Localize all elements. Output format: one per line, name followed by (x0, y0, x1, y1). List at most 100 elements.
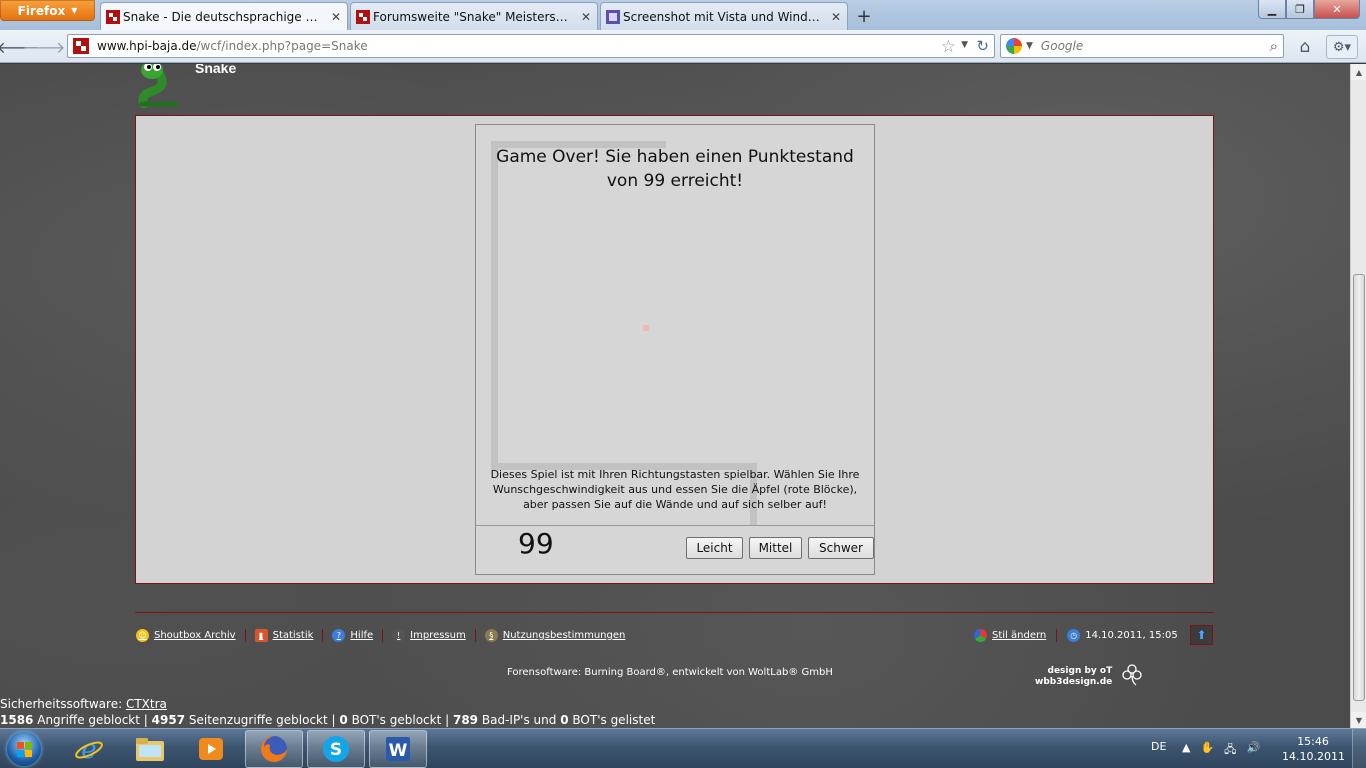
tab-label: Snake - Die deutschsprachige HPI Baj... (123, 9, 323, 24)
tab-screenshot[interactable]: Screenshot mit Vista und Windows 7 ... ✕ (600, 2, 848, 30)
design-credit[interactable]: design by oT wbb3design.de (1035, 666, 1112, 688)
snake-segment (491, 316, 498, 323)
scroll-up-arrow-icon[interactable]: ▲ (1351, 64, 1366, 80)
hard-button[interactable]: Schwer (808, 537, 874, 559)
tray-app-icon[interactable]: ✋ (1200, 741, 1214, 760)
footer-link-label: Shoutbox Archiv (154, 629, 236, 641)
firefox-menu-button[interactable]: Firefox ▼ (0, 0, 95, 21)
internet-explorer-icon: e (75, 735, 103, 764)
taskbar-explorer[interactable] (121, 730, 179, 768)
home-button[interactable]: ⌂ (1292, 35, 1318, 59)
tab-meisterschaft[interactable]: Forumsweite "Snake" Meisterschaft!! ... … (350, 2, 598, 30)
taskbar-internet-explorer[interactable]: e (60, 730, 118, 768)
snake-segment (491, 323, 498, 330)
medium-button[interactable]: Mittel (749, 537, 802, 559)
design-credit-line1: design by oT (1047, 666, 1113, 676)
scroll-to-top-button[interactable]: ⬆ (1190, 625, 1213, 645)
page-hits-label: Seitenzugriffe geblockt | (188, 713, 336, 727)
history-dropdown-icon[interactable]: ▼ (961, 40, 968, 50)
network-icon[interactable]: 🖧 (1224, 741, 1236, 760)
page-scrollbar[interactable]: ▲ ▼ (1350, 64, 1366, 728)
snake-segment (491, 211, 498, 218)
bots-label: BOT's geblockt | (351, 713, 450, 727)
footer-link-imprint[interactable]: ! Impressum (392, 628, 476, 642)
volume-icon[interactable]: 🔊 (1246, 741, 1260, 760)
show-hidden-icons-icon[interactable]: ▲ (1182, 741, 1190, 760)
taskbar-media-player[interactable] (182, 730, 240, 768)
close-icon[interactable]: ✕ (581, 10, 591, 24)
show-desktop-button[interactable] (1352, 729, 1366, 768)
web-page: Snake Game Over! Sie haben einen Punktes… (0, 64, 1350, 728)
addon-button[interactable]: ⚙▾ (1326, 35, 1358, 59)
bad-ips-count: 789 (452, 713, 479, 727)
forward-button[interactable]: 🡒 (23, 35, 66, 59)
snake-game[interactable]: Game Over! Sie haben einen Punktestand v… (475, 124, 875, 575)
arrow-up-icon: ⬆ (1196, 628, 1207, 642)
search-input[interactable]: Google (1041, 39, 1083, 53)
footer-nav: ☺ Shoutbox Archiv ▮ Statistik ? Hilfe ! Impr… (136, 627, 643, 643)
easy-button[interactable]: Leicht (686, 537, 743, 559)
close-icon[interactable]: ✕ (831, 10, 841, 24)
snake-segment (491, 330, 498, 337)
taskbar-clock[interactable]: 15:46 14.10.2011 (1282, 734, 1345, 764)
footer-link-help[interactable]: ? Hilfe (332, 628, 384, 642)
reload-icon[interactable]: ↻ (976, 37, 989, 55)
url-path: /wcf/index.php?page=Snake (196, 39, 368, 53)
window-controls: ▁ ❐ ✕ (1258, 0, 1360, 19)
close-icon[interactable]: ✕ (331, 10, 341, 24)
footer-link-label: Hilfe (350, 629, 374, 641)
taskbar-word[interactable]: W (369, 730, 427, 768)
clover-icon (1122, 664, 1142, 686)
footer-link-statistics[interactable]: ▮ Statistik (254, 628, 324, 642)
snake-segment (491, 400, 498, 407)
clock-icon: ◷ (1067, 628, 1081, 642)
attacks-count: 1586 (0, 713, 34, 727)
taskbar-firefox[interactable] (245, 730, 303, 768)
browser-navbar: 🡐 🡒 www.hpi-baja.de/wcf/index.php?page=S… (0, 30, 1366, 63)
language-indicator[interactable]: DE (1151, 740, 1166, 753)
tab-snake[interactable]: Snake - Die deutschsprachige HPI Baj... … (100, 2, 348, 30)
attacks-label: Angriffe geblockt | (37, 713, 148, 727)
search-icon[interactable]: ⌕ (1270, 37, 1278, 55)
terms-icon: § (484, 628, 498, 642)
style-switch-link[interactable]: Stil ändern (974, 628, 1058, 642)
game-divider (476, 525, 874, 526)
skype-icon: S (323, 736, 349, 762)
footer-link-label: Nutzungsbestimmungen (502, 629, 626, 641)
style-switch-label: Stil ändern (992, 629, 1047, 641)
svg-text:e: e (81, 735, 96, 764)
url-bar[interactable]: www.hpi-baja.de/wcf/index.php?page=Snake… (67, 34, 995, 58)
scroll-down-arrow-icon[interactable]: ▼ (1351, 712, 1366, 728)
taskbar-skype[interactable]: S (307, 730, 365, 768)
folder-icon (136, 738, 164, 761)
search-bar[interactable]: ▼ Google ⌕ (1000, 34, 1284, 58)
bookmark-star-icon[interactable]: ☆ (941, 37, 956, 57)
snake-segment (491, 456, 498, 463)
snake-segment (491, 372, 498, 379)
bots-listed-label: BOT's gelistet (572, 713, 656, 727)
svg-text:S: S (330, 740, 342, 760)
footer-link-shoutbox[interactable]: ☺ Shoutbox Archiv (136, 628, 246, 642)
page-favicon-icon (606, 10, 620, 24)
firefox-menu-label: Firefox (17, 3, 66, 18)
hpi-baja-favicon-icon (356, 10, 370, 24)
firefox-icon (261, 736, 287, 762)
datetime-label: 14.10.2011, 15:05 (1085, 629, 1178, 641)
search-engine-dropdown-icon[interactable]: ▼ (1026, 41, 1033, 51)
footer-link-terms[interactable]: § Nutzungsbestimmungen (484, 628, 635, 642)
windows-taskbar: e S W DE ▲ ✋ 🖧 🔊 15:46 14.10.2011 (0, 728, 1366, 768)
software-credits: Forensoftware: Burning Board®, entwickel… (507, 667, 833, 678)
snake-segment (491, 449, 498, 456)
new-tab-button[interactable]: + (852, 4, 876, 28)
minimize-button[interactable]: ▁ (1258, 0, 1286, 19)
bots-listed-count: 0 (560, 713, 569, 727)
snake-logo-icon (138, 64, 179, 108)
maximize-button[interactable]: ❐ (1286, 0, 1314, 19)
scrollbar-thumb[interactable] (1353, 274, 1365, 701)
snake-segment (491, 232, 498, 239)
close-window-button[interactable]: ✕ (1314, 0, 1360, 19)
google-icon[interactable] (1006, 38, 1022, 54)
security-product-link[interactable]: CTXtra (126, 697, 167, 711)
start-button[interactable] (4, 731, 44, 767)
security-software-label: Sicherheitssoftware: CTXtra (0, 697, 167, 711)
